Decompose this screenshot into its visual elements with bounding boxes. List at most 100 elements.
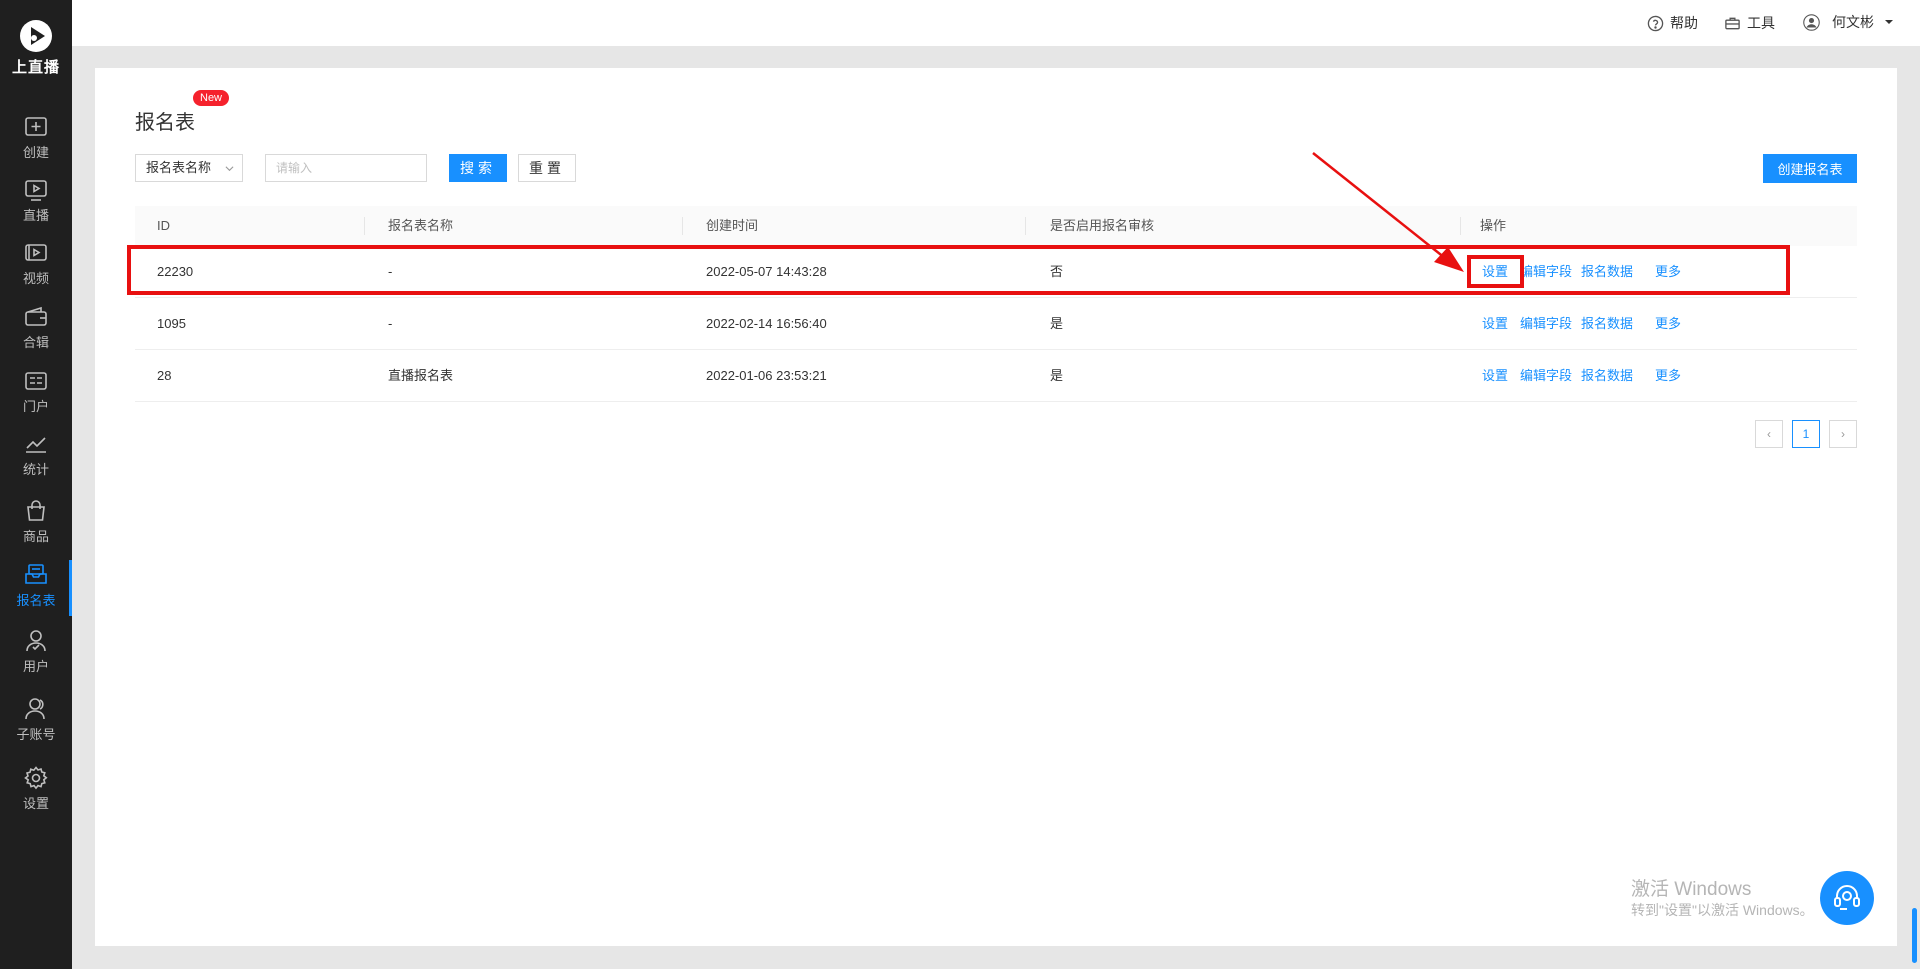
col-divider — [1025, 217, 1026, 235]
sidebar-item-create[interactable]: 创建 — [0, 108, 72, 168]
more-link[interactable]: 更多 — [1655, 298, 1681, 350]
sidebar-item-products[interactable]: 商品 — [0, 492, 72, 552]
field-select[interactable]: 报名表名称 — [135, 154, 243, 182]
sidebar-item-subaccounts[interactable]: 子账号 — [0, 690, 72, 750]
cell-review: 是 — [1050, 316, 1064, 331]
avatar — [1803, 13, 1820, 31]
sidebar-item-label: 统计 — [22, 462, 49, 477]
chart-line-icon — [26, 437, 46, 453]
video-icon — [25, 244, 47, 261]
cell-created: 2022-02-14 16:56:40 — [706, 316, 827, 331]
user-menu[interactable]: 何文彬 — [1803, 12, 1894, 32]
watermark-subtitle: 转到"设置"以激活 Windows。 — [1631, 902, 1814, 918]
reset-button[interactable]: 重置 — [518, 154, 576, 182]
sidebar-item-label: 报名表 — [16, 593, 56, 608]
page-title: 报名表 — [135, 112, 195, 134]
shopping-bag-icon — [27, 500, 45, 521]
col-header-created: 创建时间 — [706, 218, 759, 233]
logo-icon — [20, 20, 52, 52]
sidebar-item-label: 子账号 — [16, 727, 56, 742]
app-name: 上直播 — [11, 59, 60, 76]
help-circle-icon — [1647, 15, 1664, 31]
edit-fields-link[interactable]: 编辑字段 — [1520, 350, 1572, 402]
col-divider — [364, 217, 365, 235]
table-row: 1095 - 2022-02-14 16:56:40 是 设置 编辑字段 报名数… — [135, 298, 1857, 350]
tools-link[interactable]: 工具 — [1724, 13, 1775, 33]
table-row: 28 直播报名表 2022-01-06 23:53:21 是 设置 编辑字段 报… — [135, 350, 1857, 402]
sidebar-item-live[interactable]: 直播 — [0, 171, 72, 231]
scrollbar-thumb[interactable] — [1912, 908, 1917, 963]
edit-fields-link[interactable]: 编辑字段 — [1520, 298, 1572, 350]
user-name: 何文彬 — [1832, 14, 1874, 30]
search-button[interactable]: 搜索 — [449, 154, 507, 182]
app-logo[interactable]: 上直播 — [0, 18, 72, 77]
customer-service-button[interactable] — [1820, 871, 1874, 925]
caret-down-icon — [1885, 20, 1893, 24]
users-icon — [25, 698, 45, 720]
col-header-name: 报名表名称 — [388, 218, 454, 233]
cell-name: - — [388, 316, 393, 331]
toolbox-icon — [1725, 17, 1740, 29]
chevron-down-icon — [225, 166, 234, 172]
cell-review: 否 — [1050, 264, 1064, 279]
sidebar: 上直播 创建 直播 视频 合辑 门户 统计 商品 报名表 用户 子账号 设置 — [0, 0, 72, 969]
cell-name: - — [388, 264, 393, 279]
sidebar-item-video[interactable]: 视频 — [0, 234, 72, 294]
col-header-id: ID — [157, 218, 170, 233]
tools-label: 工具 — [1747, 15, 1775, 31]
sidebar-item-label: 合辑 — [22, 335, 49, 350]
prev-page-button[interactable]: ‹ — [1755, 420, 1783, 448]
create-form-button[interactable]: 创建报名表 — [1763, 154, 1857, 183]
col-divider — [1460, 217, 1461, 235]
settings-link[interactable]: 设置 — [1482, 246, 1508, 298]
settings-link[interactable]: 设置 — [1482, 298, 1508, 350]
gear-icon — [24, 766, 48, 790]
field-select-value: 报名表名称 — [146, 160, 212, 175]
new-badge: New — [193, 90, 230, 106]
sidebar-item-users[interactable]: 用户 — [0, 622, 72, 682]
more-link[interactable]: 更多 — [1655, 246, 1681, 298]
sidebar-item-label: 设置 — [22, 796, 49, 811]
cell-id: 1095 — [157, 316, 186, 331]
portal-icon — [25, 372, 47, 390]
sidebar-item-stats[interactable]: 统计 — [0, 425, 72, 485]
form-data-link[interactable]: 报名数据 — [1581, 298, 1633, 350]
cell-created: 2022-05-07 14:43:28 — [706, 264, 827, 279]
table-header: ID 报名表名称 创建时间 是否启用报名审核 操作 — [135, 206, 1857, 246]
col-divider — [682, 217, 683, 235]
form-data-link[interactable]: 报名数据 — [1581, 246, 1633, 298]
sidebar-item-label: 商品 — [22, 529, 49, 544]
edit-fields-link[interactable]: 编辑字段 — [1520, 246, 1572, 298]
next-page-button[interactable]: › — [1829, 420, 1857, 448]
watermark-title: 激活 Windows — [1631, 879, 1752, 900]
settings-link[interactable]: 设置 — [1482, 350, 1508, 402]
headset-icon — [1834, 885, 1860, 910]
sidebar-item-label: 创建 — [22, 145, 49, 160]
play-screen-icon — [25, 180, 47, 201]
sidebar-item-label: 门户 — [22, 399, 49, 414]
forms-table: ID 报名表名称 创建时间 是否启用报名审核 操作 22230 - 2022-0… — [135, 206, 1857, 402]
table-row: 22230 - 2022-05-07 14:43:28 否 设置 编辑字段 报名… — [135, 246, 1857, 298]
form-data-link[interactable]: 报名数据 — [1581, 350, 1633, 402]
col-header-review: 是否启用报名审核 — [1050, 218, 1155, 233]
help-label: 帮助 — [1670, 15, 1698, 31]
form-inbox-icon — [25, 564, 47, 584]
sidebar-item-label: 直播 — [22, 208, 49, 223]
help-link[interactable]: 帮助 — [1647, 13, 1698, 33]
sidebar-item-label: 视频 — [22, 271, 49, 286]
main-card: 报名表 New 报名表名称 搜索 重置 创建报名表 ID 报名表名称 创建时间 … — [95, 68, 1897, 946]
sidebar-item-collection[interactable]: 合辑 — [0, 298, 72, 358]
top-bar: 帮助 工具 何文彬 — [72, 0, 1920, 46]
cell-name: 直播报名表 — [388, 368, 454, 383]
cell-id: 22230 — [157, 264, 194, 279]
sidebar-item-settings[interactable]: 设置 — [0, 759, 72, 819]
sidebar-item-portal[interactable]: 门户 — [0, 362, 72, 422]
more-link[interactable]: 更多 — [1655, 350, 1681, 402]
cell-created: 2022-01-06 23:53:21 — [706, 368, 827, 383]
sidebar-item-forms[interactable]: 报名表 — [0, 556, 72, 616]
search-input[interactable] — [265, 154, 427, 182]
col-header-actions: 操作 — [1480, 218, 1507, 233]
user-check-icon — [26, 630, 46, 652]
cell-review: 是 — [1050, 368, 1064, 383]
page-button-1[interactable]: 1 — [1792, 420, 1820, 448]
